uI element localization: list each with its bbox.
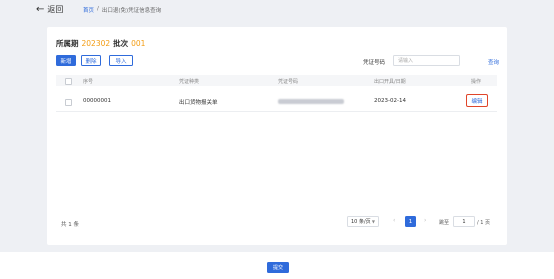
page-size-value: 10 条/页 xyxy=(351,219,371,225)
main-panel: 所属期 202302 批次 001 新增 删除 导入 凭证号码 请输入 查询 序… xyxy=(47,27,507,245)
table-header: 序号 凭证种类 凭证号码 出口开具/日期 操作 xyxy=(56,75,497,86)
column-header-action: 操作 xyxy=(471,78,482,85)
batch-value: 001 xyxy=(131,39,146,48)
jump-page-input[interactable]: 1 xyxy=(453,216,475,227)
cell-date: 2023-02-14 xyxy=(374,98,406,104)
delete-button[interactable]: 删除 xyxy=(81,55,101,66)
current-page[interactable]: 1 xyxy=(405,216,416,227)
page-size-select[interactable]: 10 条/页 ▼ xyxy=(347,216,379,227)
next-page-button[interactable]: › xyxy=(424,217,426,224)
column-header-number: 凭证号码 xyxy=(278,78,299,85)
breadcrumb: 首页 / 出口退(免)凭证信息查询 xyxy=(83,6,161,14)
total-count: 共 1 条 xyxy=(61,222,79,228)
table-row: 00000001 出口货物报关单 2023-02-14 xyxy=(56,93,497,112)
import-button[interactable]: 导入 xyxy=(109,55,133,66)
chevron-down-icon: ▼ xyxy=(371,219,375,224)
prev-page-button[interactable]: ‹ xyxy=(393,217,395,224)
period-batch-header: 所属期 202302 批次 001 xyxy=(56,38,145,49)
query-button[interactable]: 查询 xyxy=(488,58,499,66)
period-label: 所属期 xyxy=(56,39,79,48)
select-all-checkbox[interactable] xyxy=(65,78,72,85)
cell-number-redacted xyxy=(278,98,344,104)
cell-seq: 00000001 xyxy=(83,98,111,104)
submit-button[interactable]: 提交 xyxy=(267,262,289,273)
breadcrumb-home[interactable]: 首页 xyxy=(83,6,94,14)
row-checkbox[interactable] xyxy=(65,99,72,106)
top-bar: ← 返回 首页 / 出口退(免)凭证信息查询 xyxy=(0,0,554,22)
breadcrumb-separator: / xyxy=(97,6,99,12)
period-value: 202302 xyxy=(81,39,111,48)
voucher-no-label: 凭证号码 xyxy=(363,60,386,66)
jump-label: 跳至 xyxy=(439,220,450,226)
total-pages: / 1 页 xyxy=(477,220,491,226)
back-label: 返回 xyxy=(47,5,64,14)
edit-button[interactable]: 编辑 xyxy=(466,94,488,107)
batch-label: 批次 xyxy=(113,39,129,48)
column-header-type: 凭证种类 xyxy=(179,78,200,85)
add-button[interactable]: 新增 xyxy=(56,55,76,66)
footer-bar: 提交 xyxy=(0,252,554,279)
column-header-date: 出口开具/日期 xyxy=(374,78,406,85)
breadcrumb-current: 出口退(免)凭证信息查询 xyxy=(101,8,162,14)
back-button[interactable]: ← 返回 xyxy=(36,4,63,15)
voucher-no-input[interactable]: 请输入 xyxy=(393,55,460,66)
arrow-left-icon: ← xyxy=(36,3,45,15)
column-header-seq: 序号 xyxy=(83,78,94,85)
cell-type: 出口货物报关单 xyxy=(179,100,218,106)
